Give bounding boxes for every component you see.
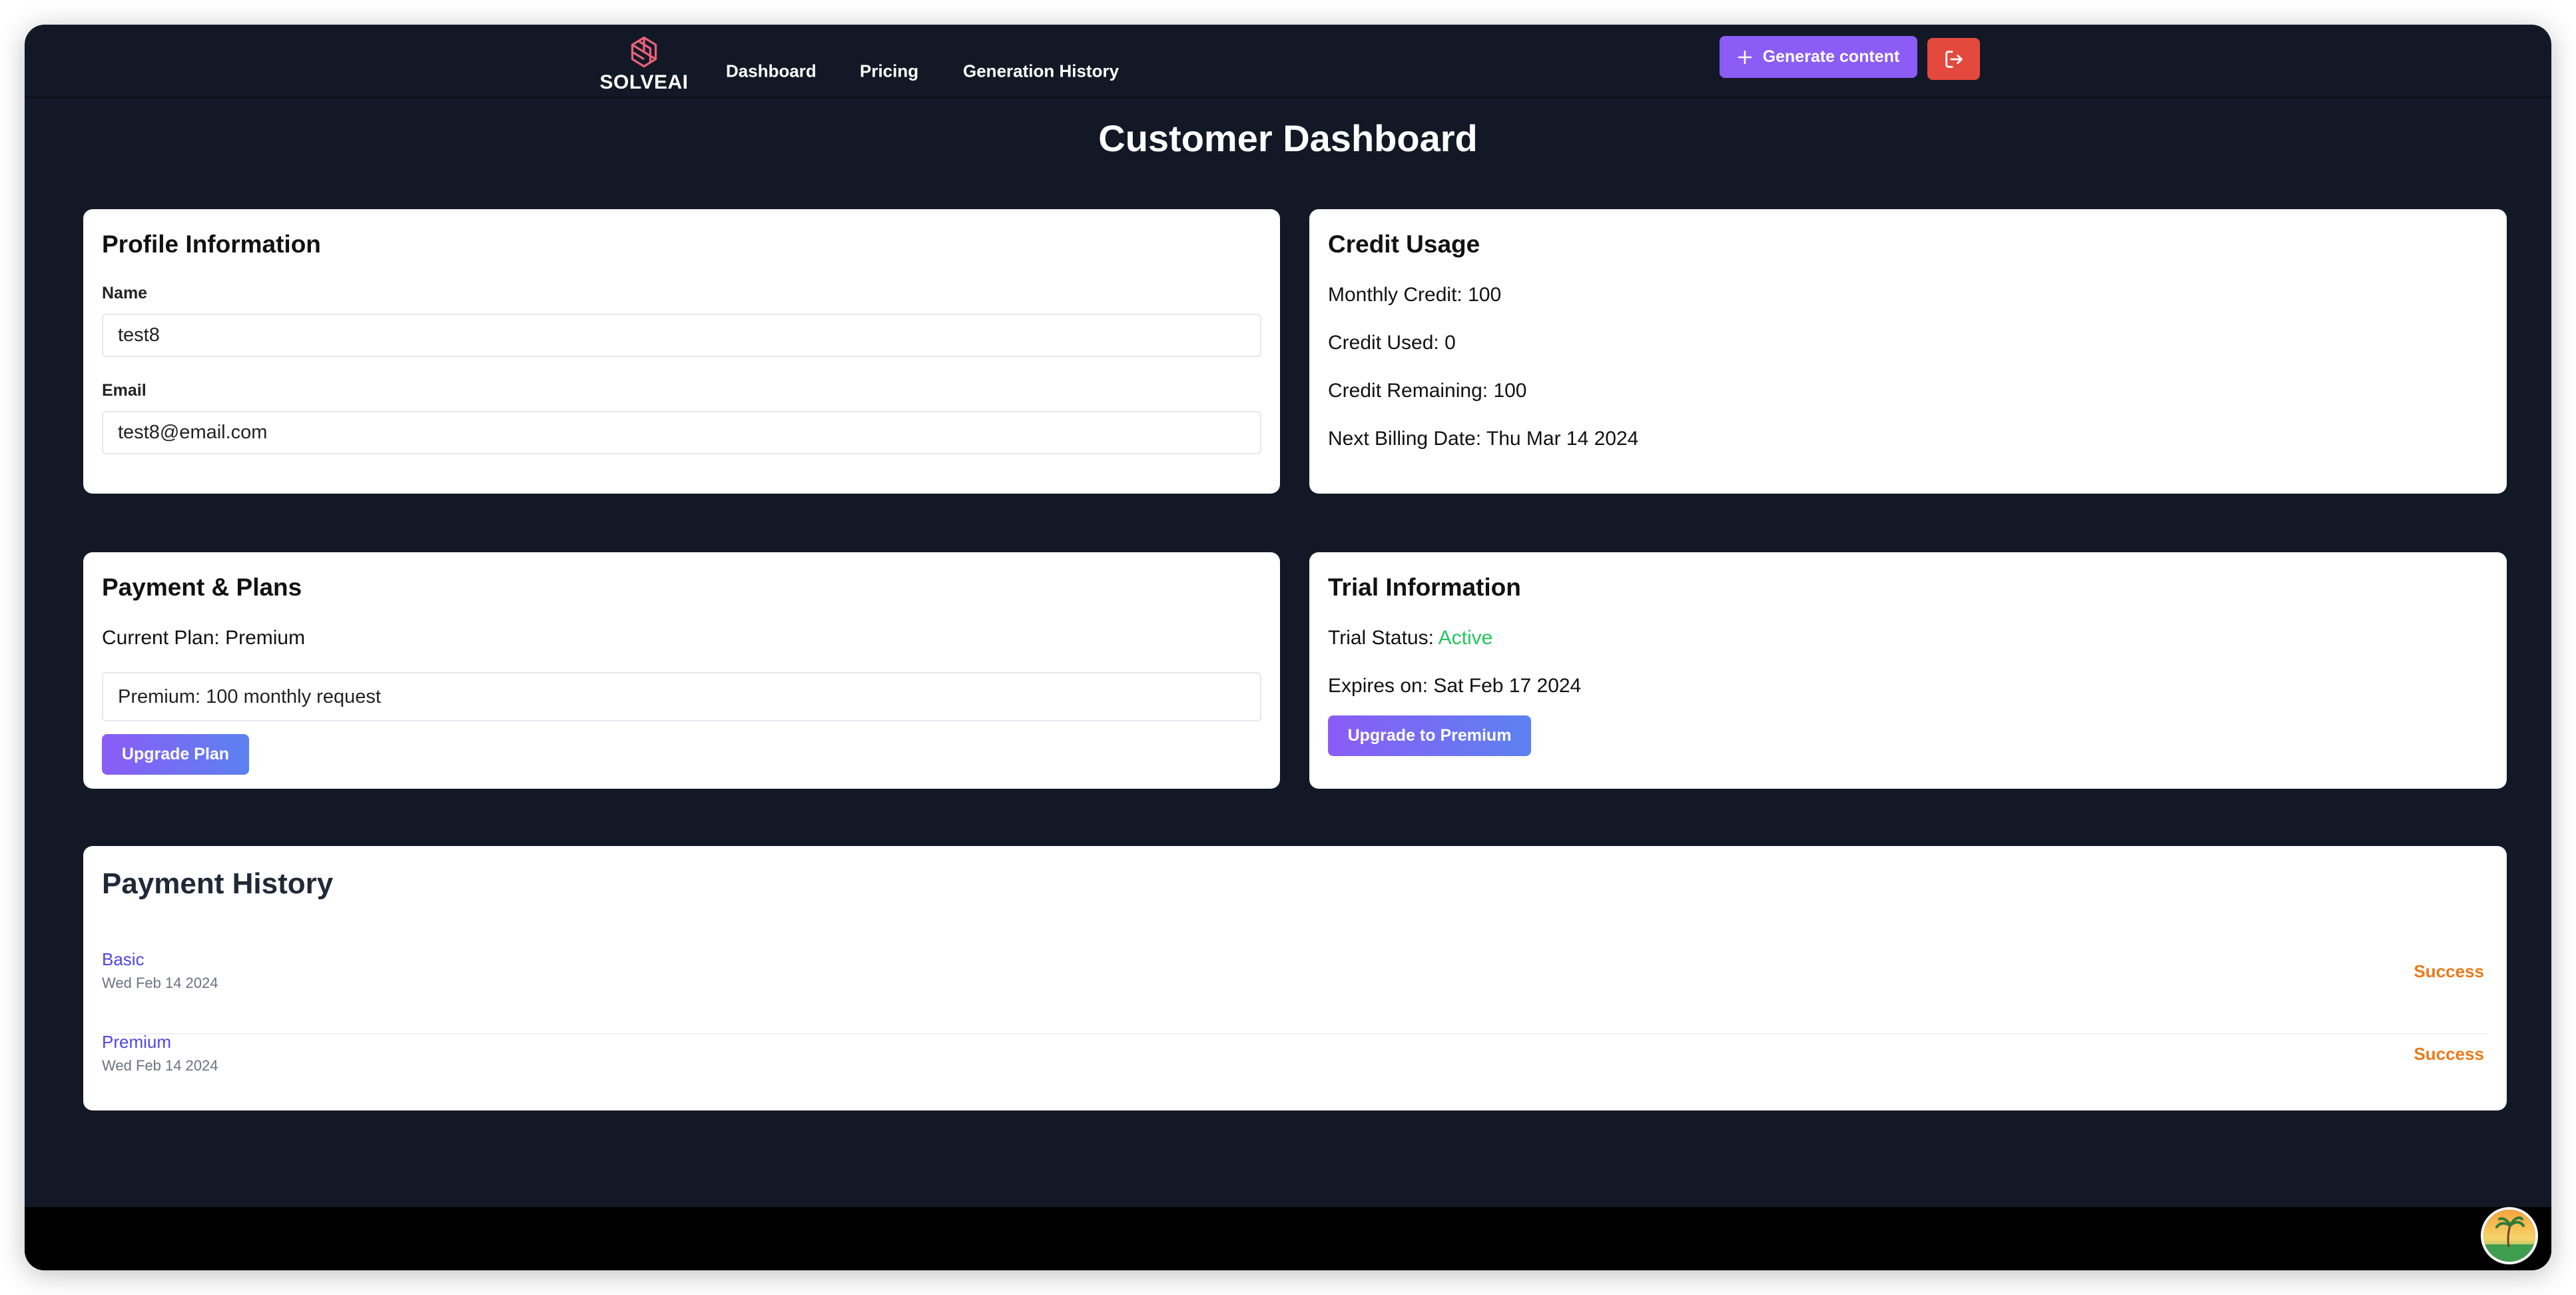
avatar[interactable] — [2481, 1207, 2538, 1264]
email-field[interactable]: test8@email.com — [102, 411, 1261, 454]
name-value: test8 — [118, 324, 160, 346]
trial-expires: Expires on: Sat Feb 17 2024 — [1328, 675, 1582, 697]
logout-button[interactable] — [1927, 38, 1980, 80]
payment-title: Payment & Plans — [102, 574, 302, 601]
avatar-icon — [2483, 1210, 2535, 1262]
generate-content-label: Generate content — [1762, 47, 1900, 66]
plan-option: Premium: 100 monthly request — [118, 685, 381, 707]
payment-card: Payment & Plans Current Plan: Premium Pr… — [83, 552, 1280, 789]
history-status: Success — [2414, 1044, 2484, 1064]
navbar: SOLVEAI Dashboard Pricing Generation His… — [25, 25, 2551, 98]
name-label: Name — [102, 284, 148, 302]
profile-card: Profile Information Name test8 Email tes… — [83, 209, 1280, 494]
table-row: Basic Wed Feb 14 2024 Success — [102, 949, 2488, 1016]
logo-text: SOLVEAI — [599, 71, 689, 93]
credit-remaining: Credit Remaining: 100 — [1328, 380, 1527, 402]
plan-select[interactable]: Premium: 100 monthly request — [102, 672, 1261, 721]
trial-status-value: Active — [1438, 627, 1493, 649]
credit-title: Credit Usage — [1328, 230, 1480, 258]
history-date: Wed Feb 14 2024 — [102, 1057, 218, 1074]
payment-history-title: Payment History — [102, 867, 334, 900]
plus-icon — [1738, 50, 1752, 64]
history-date: Wed Feb 14 2024 — [102, 975, 218, 991]
monthly-credit: Monthly Credit: 100 — [1328, 284, 1502, 306]
email-label: Email — [102, 381, 147, 400]
history-plan[interactable]: Basic — [102, 949, 145, 970]
credit-used: Credit Used: 0 — [1328, 332, 1456, 354]
payment-history-card: Payment History Basic Wed Feb 14 2024 Su… — [83, 846, 2507, 1110]
nav-dashboard[interactable]: Dashboard — [726, 61, 816, 82]
app-window: SOLVEAI Dashboard Pricing Generation His… — [25, 25, 2551, 1270]
table-row: Premium Wed Feb 14 2024 Success — [102, 1032, 2488, 1098]
trial-title: Trial Information — [1328, 574, 1521, 601]
credit-card: Credit Usage Monthly Credit: 100 Credit … — [1309, 209, 2507, 494]
trial-status: Trial Status: Active — [1328, 627, 1492, 649]
email-value: test8@email.com — [118, 422, 268, 443]
logo[interactable]: SOLVEAI — [577, 34, 711, 94]
solveai-logo-icon — [631, 36, 657, 68]
nav-generation-history[interactable]: Generation History — [963, 61, 1119, 82]
upgrade-plan-button[interactable]: Upgrade Plan — [102, 734, 249, 775]
current-plan: Current Plan: Premium — [102, 627, 306, 649]
nav-pricing[interactable]: Pricing — [860, 61, 918, 82]
footer-bar — [25, 1207, 2551, 1270]
logout-icon — [1945, 50, 1963, 68]
profile-title: Profile Information — [102, 230, 321, 258]
trial-card: Trial Information Trial Status: Active E… — [1309, 552, 2507, 789]
history-plan[interactable]: Premium — [102, 1032, 171, 1053]
generate-content-button[interactable]: Generate content — [1720, 36, 1917, 78]
upgrade-to-premium-button[interactable]: Upgrade to Premium — [1328, 715, 1531, 756]
name-field[interactable]: test8 — [102, 314, 1261, 357]
trial-status-prefix: Trial Status: — [1328, 627, 1439, 649]
page-title: Customer Dashboard — [1098, 117, 1478, 159]
next-billing-date: Next Billing Date: Thu Mar 14 2024 — [1328, 428, 1639, 450]
history-status: Success — [2414, 961, 2484, 981]
